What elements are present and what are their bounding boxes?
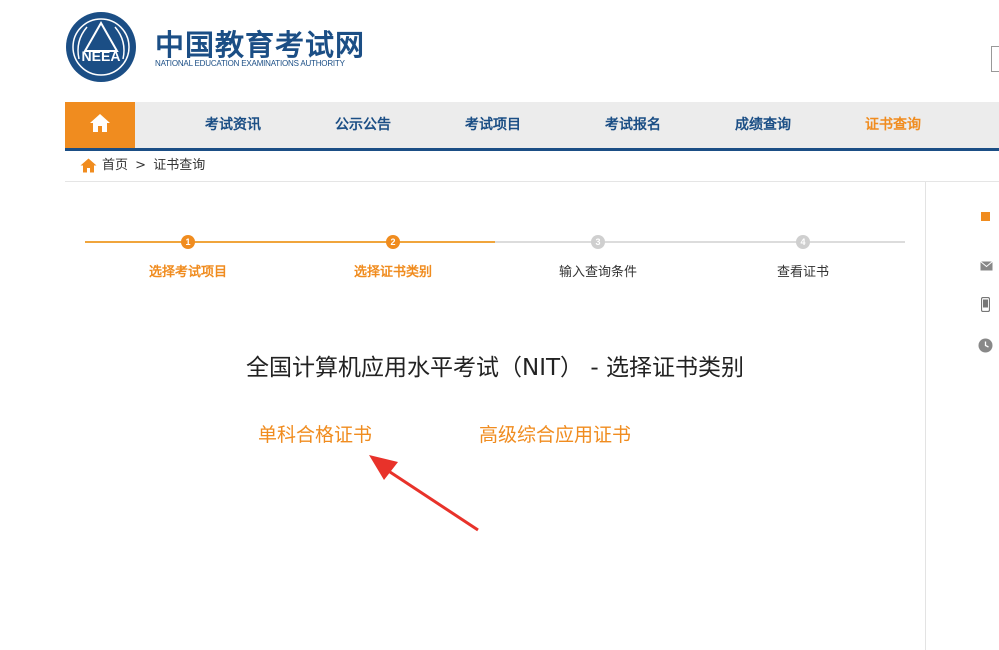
neea-logo[interactable]: NEEA bbox=[65, 11, 137, 83]
logo-text: NEEA bbox=[82, 48, 121, 64]
nav-item-exam-news[interactable]: 考试资讯 bbox=[205, 102, 261, 148]
step-2-label: 选择证书类别 bbox=[353, 265, 432, 280]
single-subject-certificate-link[interactable]: 单科合格证书 bbox=[258, 420, 372, 447]
brand-name-en: NATIONAL EDUCATION EXAMINATIONS AUTHORIT… bbox=[155, 59, 345, 68]
page-title: 全国计算机应用水平考试（NIT） - 选择证书类别 bbox=[246, 355, 744, 381]
nav-item-certificate-query[interactable]: 证书查询 bbox=[865, 102, 921, 148]
main-nav: 考试资讯 公示公告 考试项目 考试报名 成绩查询 证书查询 bbox=[65, 102, 999, 151]
nav-item-exam-projects[interactable]: 考试项目 bbox=[465, 102, 521, 148]
step-3-dot: 3 bbox=[591, 235, 605, 249]
sidebar-divider bbox=[925, 182, 926, 650]
step-3-label: 输入查询条件 bbox=[558, 265, 637, 280]
nav-item-score-query[interactable]: 成绩查询 bbox=[735, 102, 791, 148]
step-1-label[interactable]: 选择考试项目 bbox=[88, 261, 288, 280]
breadcrumb-current: 证书查询 bbox=[153, 158, 206, 173]
brand-name-cn[interactable]: 中国教育考试网 bbox=[155, 22, 365, 64]
step-2-dot: 2 bbox=[386, 235, 400, 249]
top-right-search-box[interactable] bbox=[991, 46, 999, 72]
step-4-label: 查看证书 bbox=[776, 265, 829, 280]
step-4-dot: 4 bbox=[796, 235, 810, 249]
breadcrumb-home-icon bbox=[80, 158, 97, 172]
nav-home-button[interactable] bbox=[65, 102, 135, 148]
step-1-dot: 1 bbox=[181, 235, 195, 249]
nav-item-announcements[interactable]: 公示公告 bbox=[335, 102, 391, 148]
breadcrumb: 首页 > 证书查询 bbox=[80, 152, 205, 180]
breadcrumb-separator: > bbox=[135, 158, 147, 173]
phone-icon bbox=[981, 297, 990, 312]
nav-item-registration[interactable]: 考试报名 bbox=[605, 102, 661, 148]
breadcrumb-home-link[interactable]: 首页 bbox=[102, 158, 128, 173]
breadcrumb-divider bbox=[65, 181, 999, 182]
sidebar-bullet bbox=[981, 212, 990, 221]
advanced-comprehensive-certificate-link[interactable]: 高级综合应用证书 bbox=[479, 420, 631, 447]
annotation-arrow-icon bbox=[369, 455, 479, 532]
home-icon bbox=[90, 114, 110, 132]
mail-icon bbox=[980, 261, 993, 271]
step-progress-todo bbox=[495, 241, 905, 243]
step-progress-done bbox=[85, 241, 495, 243]
